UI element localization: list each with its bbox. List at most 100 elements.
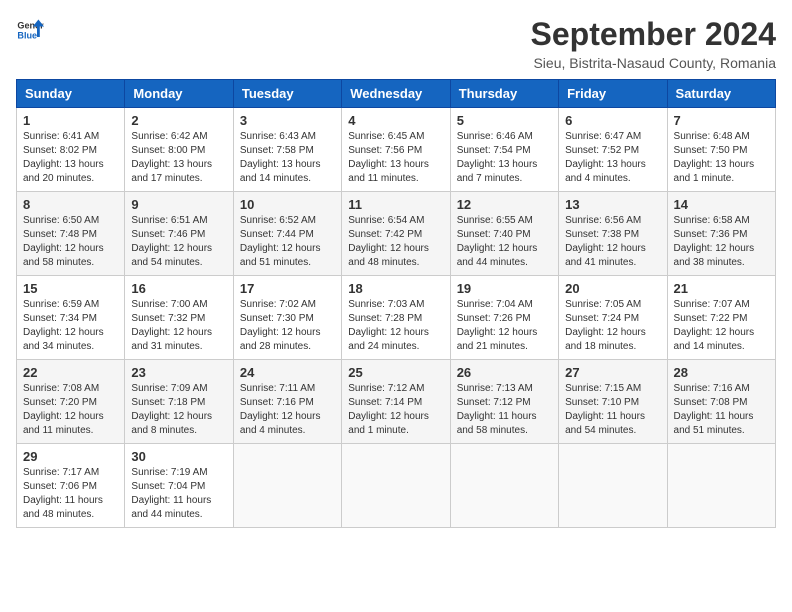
day-number: 17 [240, 281, 335, 296]
logo: General Blue [16, 16, 44, 44]
day-number: 5 [457, 113, 552, 128]
day-number: 4 [348, 113, 443, 128]
day-number: 21 [674, 281, 769, 296]
calendar-cell: 27 Sunrise: 7:15 AMSunset: 7:10 PMDaylig… [559, 360, 667, 444]
day-number: 9 [131, 197, 226, 212]
calendar-cell: 22 Sunrise: 7:08 AMSunset: 7:20 PMDaylig… [17, 360, 125, 444]
calendar-cell: 12 Sunrise: 6:55 AMSunset: 7:40 PMDaylig… [450, 192, 558, 276]
title-area: September 2024 Sieu, Bistrita-Nasaud Cou… [531, 16, 776, 71]
day-number: 11 [348, 197, 443, 212]
day-info: Sunrise: 6:54 AMSunset: 7:42 PMDaylight:… [348, 215, 429, 268]
calendar-cell: 30 Sunrise: 7:19 AMSunset: 7:04 PMDaylig… [125, 444, 233, 528]
day-info: Sunrise: 6:50 AMSunset: 7:48 PMDaylight:… [23, 215, 104, 268]
weekday-header-thursday: Thursday [450, 80, 558, 108]
day-number: 13 [565, 197, 660, 212]
calendar-cell: 11 Sunrise: 6:54 AMSunset: 7:42 PMDaylig… [342, 192, 450, 276]
calendar-cell: 6 Sunrise: 6:47 AMSunset: 7:52 PMDayligh… [559, 108, 667, 192]
calendar-cell: 23 Sunrise: 7:09 AMSunset: 7:18 PMDaylig… [125, 360, 233, 444]
calendar-cell: 16 Sunrise: 7:00 AMSunset: 7:32 PMDaylig… [125, 276, 233, 360]
calendar-cell: 21 Sunrise: 7:07 AMSunset: 7:22 PMDaylig… [667, 276, 775, 360]
calendar-week-5: 29 Sunrise: 7:17 AMSunset: 7:06 PMDaylig… [17, 444, 776, 528]
calendar-cell [342, 444, 450, 528]
calendar-cell: 10 Sunrise: 6:52 AMSunset: 7:44 PMDaylig… [233, 192, 341, 276]
svg-text:Blue: Blue [17, 30, 37, 40]
day-info: Sunrise: 7:08 AMSunset: 7:20 PMDaylight:… [23, 383, 104, 436]
calendar-cell: 26 Sunrise: 7:13 AMSunset: 7:12 PMDaylig… [450, 360, 558, 444]
subtitle: Sieu, Bistrita-Nasaud County, Romania [531, 55, 776, 71]
day-info: Sunrise: 6:46 AMSunset: 7:54 PMDaylight:… [457, 131, 538, 184]
day-number: 12 [457, 197, 552, 212]
main-title: September 2024 [531, 16, 776, 53]
day-info: Sunrise: 6:52 AMSunset: 7:44 PMDaylight:… [240, 215, 321, 268]
day-info: Sunrise: 6:48 AMSunset: 7:50 PMDaylight:… [674, 131, 755, 184]
calendar-week-3: 15 Sunrise: 6:59 AMSunset: 7:34 PMDaylig… [17, 276, 776, 360]
day-info: Sunrise: 7:19 AMSunset: 7:04 PMDaylight:… [131, 467, 211, 520]
day-number: 6 [565, 113, 660, 128]
day-number: 27 [565, 365, 660, 380]
day-number: 25 [348, 365, 443, 380]
calendar-cell: 13 Sunrise: 6:56 AMSunset: 7:38 PMDaylig… [559, 192, 667, 276]
calendar-table: SundayMondayTuesdayWednesdayThursdayFrid… [16, 79, 776, 528]
calendar-cell: 4 Sunrise: 6:45 AMSunset: 7:56 PMDayligh… [342, 108, 450, 192]
day-info: Sunrise: 6:55 AMSunset: 7:40 PMDaylight:… [457, 215, 538, 268]
day-info: Sunrise: 6:56 AMSunset: 7:38 PMDaylight:… [565, 215, 646, 268]
day-info: Sunrise: 7:09 AMSunset: 7:18 PMDaylight:… [131, 383, 212, 436]
calendar-cell: 28 Sunrise: 7:16 AMSunset: 7:08 PMDaylig… [667, 360, 775, 444]
calendar-cell [233, 444, 341, 528]
day-info: Sunrise: 6:43 AMSunset: 7:58 PMDaylight:… [240, 131, 321, 184]
day-info: Sunrise: 7:05 AMSunset: 7:24 PMDaylight:… [565, 299, 646, 352]
calendar-week-2: 8 Sunrise: 6:50 AMSunset: 7:48 PMDayligh… [17, 192, 776, 276]
calendar-cell: 15 Sunrise: 6:59 AMSunset: 7:34 PMDaylig… [17, 276, 125, 360]
day-number: 1 [23, 113, 118, 128]
calendar-cell: 29 Sunrise: 7:17 AMSunset: 7:06 PMDaylig… [17, 444, 125, 528]
calendar-cell: 25 Sunrise: 7:12 AMSunset: 7:14 PMDaylig… [342, 360, 450, 444]
weekday-header-sunday: Sunday [17, 80, 125, 108]
day-info: Sunrise: 6:51 AMSunset: 7:46 PMDaylight:… [131, 215, 212, 268]
day-info: Sunrise: 7:12 AMSunset: 7:14 PMDaylight:… [348, 383, 429, 436]
day-number: 14 [674, 197, 769, 212]
calendar-cell: 20 Sunrise: 7:05 AMSunset: 7:24 PMDaylig… [559, 276, 667, 360]
day-number: 28 [674, 365, 769, 380]
day-number: 29 [23, 449, 118, 464]
day-number: 8 [23, 197, 118, 212]
day-info: Sunrise: 7:17 AMSunset: 7:06 PMDaylight:… [23, 467, 103, 520]
day-number: 15 [23, 281, 118, 296]
day-info: Sunrise: 7:11 AMSunset: 7:16 PMDaylight:… [240, 383, 321, 436]
day-number: 22 [23, 365, 118, 380]
weekday-header-row: SundayMondayTuesdayWednesdayThursdayFrid… [17, 80, 776, 108]
calendar-cell: 14 Sunrise: 6:58 AMSunset: 7:36 PMDaylig… [667, 192, 775, 276]
day-info: Sunrise: 7:00 AMSunset: 7:32 PMDaylight:… [131, 299, 212, 352]
calendar-cell: 17 Sunrise: 7:02 AMSunset: 7:30 PMDaylig… [233, 276, 341, 360]
calendar-cell: 2 Sunrise: 6:42 AMSunset: 8:00 PMDayligh… [125, 108, 233, 192]
calendar-cell: 18 Sunrise: 7:03 AMSunset: 7:28 PMDaylig… [342, 276, 450, 360]
day-info: Sunrise: 7:16 AMSunset: 7:08 PMDaylight:… [674, 383, 754, 436]
calendar-cell: 8 Sunrise: 6:50 AMSunset: 7:48 PMDayligh… [17, 192, 125, 276]
calendar-cell [667, 444, 775, 528]
day-number: 30 [131, 449, 226, 464]
logo-icon: General Blue [16, 16, 44, 44]
weekday-header-saturday: Saturday [667, 80, 775, 108]
day-info: Sunrise: 6:47 AMSunset: 7:52 PMDaylight:… [565, 131, 646, 184]
day-info: Sunrise: 6:58 AMSunset: 7:36 PMDaylight:… [674, 215, 755, 268]
calendar-cell: 5 Sunrise: 6:46 AMSunset: 7:54 PMDayligh… [450, 108, 558, 192]
day-number: 3 [240, 113, 335, 128]
day-number: 20 [565, 281, 660, 296]
day-info: Sunrise: 6:59 AMSunset: 7:34 PMDaylight:… [23, 299, 104, 352]
page-header: General Blue September 2024 Sieu, Bistri… [16, 16, 776, 71]
day-info: Sunrise: 7:15 AMSunset: 7:10 PMDaylight:… [565, 383, 645, 436]
day-info: Sunrise: 6:41 AMSunset: 8:02 PMDaylight:… [23, 131, 104, 184]
day-number: 23 [131, 365, 226, 380]
calendar-cell: 3 Sunrise: 6:43 AMSunset: 7:58 PMDayligh… [233, 108, 341, 192]
calendar-cell: 1 Sunrise: 6:41 AMSunset: 8:02 PMDayligh… [17, 108, 125, 192]
calendar-cell: 24 Sunrise: 7:11 AMSunset: 7:16 PMDaylig… [233, 360, 341, 444]
calendar-cell: 19 Sunrise: 7:04 AMSunset: 7:26 PMDaylig… [450, 276, 558, 360]
calendar-cell: 7 Sunrise: 6:48 AMSunset: 7:50 PMDayligh… [667, 108, 775, 192]
calendar-week-4: 22 Sunrise: 7:08 AMSunset: 7:20 PMDaylig… [17, 360, 776, 444]
weekday-header-wednesday: Wednesday [342, 80, 450, 108]
weekday-header-friday: Friday [559, 80, 667, 108]
calendar-week-1: 1 Sunrise: 6:41 AMSunset: 8:02 PMDayligh… [17, 108, 776, 192]
day-info: Sunrise: 7:03 AMSunset: 7:28 PMDaylight:… [348, 299, 429, 352]
day-info: Sunrise: 6:42 AMSunset: 8:00 PMDaylight:… [131, 131, 212, 184]
day-number: 16 [131, 281, 226, 296]
day-info: Sunrise: 7:13 AMSunset: 7:12 PMDaylight:… [457, 383, 537, 436]
